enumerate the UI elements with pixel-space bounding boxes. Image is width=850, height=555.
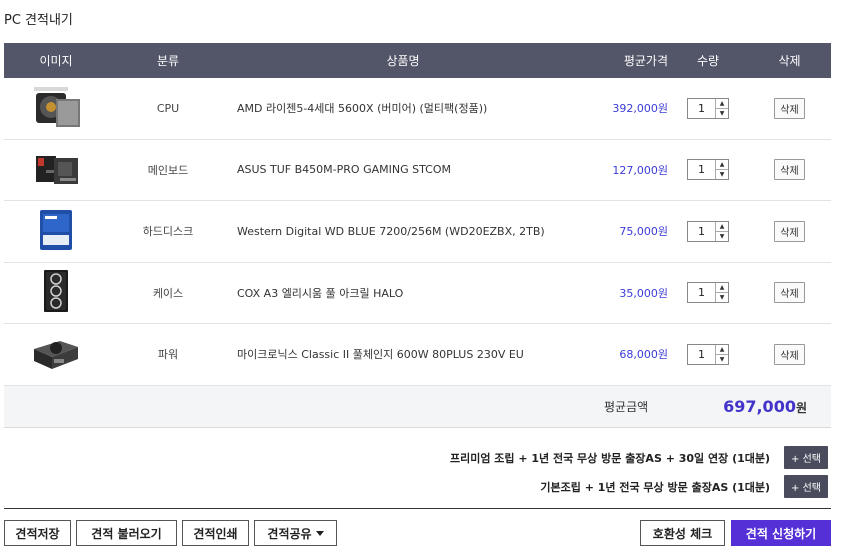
quantity-value[interactable]: 1	[688, 98, 716, 118]
header-delete: 삭제	[778, 54, 801, 68]
option-label: 기본조립 + 1년 전국 무상 방문 출장AS (1대분)	[540, 480, 771, 494]
apply-estimate-button[interactable]: 견적 신청하기	[731, 520, 831, 546]
row-price: 68,000원	[619, 348, 668, 362]
table-row: CPU AMD 라이젠5-4세대 5600X (버미어) (멀티팩(정품)) 3…	[4, 78, 831, 140]
qty-up-icon[interactable]: ▲	[716, 160, 728, 171]
option-basic: 기본조립 + 1년 전국 무상 방문 출장AS (1대분) + 선택	[540, 475, 828, 498]
option-label: 프리미엄 조립 + 1년 전국 무상 방문 출장AS + 30일 연장 (1대분…	[449, 451, 771, 465]
row-category: 메인보드	[147, 163, 189, 177]
quantity-value[interactable]: 1	[688, 344, 716, 364]
row-category: CPU	[156, 101, 180, 115]
row-category: 파워	[157, 348, 179, 362]
quantity-stepper[interactable]: 1 ▲ ▼	[687, 159, 729, 181]
row-product[interactable]: Western Digital WD BLUE 7200/256M (WD20E…	[228, 225, 578, 238]
header-qty: 수량	[696, 54, 720, 68]
header-image: 이미지	[39, 54, 73, 68]
qty-down-icon[interactable]: ▼	[716, 109, 728, 118]
qty-down-icon[interactable]: ▼	[716, 355, 728, 364]
motherboard-icon[interactable]	[30, 146, 82, 190]
delete-button[interactable]: 삭제	[774, 97, 805, 119]
delete-button[interactable]: 삭제	[774, 220, 805, 242]
row-price: 127,000원	[612, 163, 668, 177]
quantity-value[interactable]: 1	[688, 160, 716, 180]
total-row: 평균금액 697,000원	[4, 385, 831, 428]
select-basic-button[interactable]: + 선택	[784, 475, 828, 498]
qty-up-icon[interactable]: ▲	[716, 99, 728, 109]
row-product[interactable]: 마이크로닉스 Classic II 풀체인지 600W 80PLUS 230V …	[228, 346, 578, 362]
caret-down-icon	[315, 530, 324, 536]
header-product: 상품명	[386, 54, 420, 68]
quantity-stepper[interactable]: 1 ▲ ▼	[687, 220, 729, 242]
hdd-icon[interactable]	[30, 208, 82, 252]
delete-button[interactable]: 삭제	[774, 282, 805, 304]
option-premium: 프리미엄 조립 + 1년 전국 무상 방문 출장AS + 30일 연장 (1대분…	[450, 446, 828, 469]
quantity-stepper[interactable]: 1 ▲ ▼	[687, 343, 729, 365]
save-estimate-button[interactable]: 견적저장	[4, 520, 71, 546]
total-amount: 697,000원	[723, 396, 807, 416]
row-price: 392,000원	[612, 102, 668, 116]
delete-button[interactable]: 삭제	[774, 159, 805, 181]
estimate-table: 이미지 분류 상품명 평균가격 수량 삭제 CPU AMD 라이젠5-4세대 5…	[4, 43, 831, 428]
table-row: 케이스 COX A3 엘리시움 풀 아크릴 HALO 35,000원 1 ▲ ▼…	[4, 263, 831, 324]
load-estimate-button[interactable]: 견적 불러오기	[76, 520, 177, 546]
table-row: 메인보드 ASUS TUF B450M-PRO GAMING STCOM 127…	[4, 140, 831, 201]
cpu-icon[interactable]	[30, 85, 82, 129]
row-price: 75,000원	[619, 225, 668, 239]
total-label: 평균금액	[604, 399, 649, 414]
compatibility-check-button[interactable]: 호환성 체크	[640, 520, 725, 546]
row-category: 케이스	[152, 286, 184, 300]
page-title: PC 견적내기	[4, 13, 73, 28]
qty-down-icon[interactable]: ▼	[716, 170, 728, 179]
row-product[interactable]: ASUS TUF B450M-PRO GAMING STCOM	[228, 163, 578, 176]
total-unit: 원	[795, 400, 807, 415]
psu-icon[interactable]	[30, 331, 82, 375]
table-row: 파워 마이크로닉스 Classic II 풀체인지 600W 80PLUS 23…	[4, 324, 831, 386]
quantity-value[interactable]: 1	[688, 221, 716, 241]
table-header: 이미지 분류 상품명 평균가격 수량 삭제	[4, 43, 831, 78]
footer-divider	[4, 508, 831, 509]
row-product[interactable]: AMD 라이젠5-4세대 5600X (버미어) (멀티팩(정품))	[228, 100, 578, 116]
share-estimate-button[interactable]: 견적공유	[254, 520, 337, 546]
qty-down-icon[interactable]: ▼	[716, 293, 728, 302]
row-category: 하드디스크	[142, 225, 194, 239]
case-icon[interactable]	[30, 269, 82, 313]
qty-up-icon[interactable]: ▲	[716, 283, 728, 294]
qty-up-icon[interactable]: ▲	[716, 222, 728, 232]
print-estimate-button[interactable]: 견적인쇄	[182, 520, 249, 546]
qty-up-icon[interactable]: ▲	[716, 345, 728, 355]
table-row: 하드디스크 Western Digital WD BLUE 7200/256M …	[4, 201, 831, 263]
quantity-value[interactable]: 1	[688, 283, 716, 303]
delete-button[interactable]: 삭제	[774, 343, 805, 365]
select-premium-button[interactable]: + 선택	[784, 446, 828, 469]
quantity-stepper[interactable]: 1 ▲ ▼	[687, 282, 729, 304]
quantity-stepper[interactable]: 1 ▲ ▼	[687, 97, 729, 119]
header-category: 분류	[156, 54, 180, 68]
qty-down-icon[interactable]: ▼	[716, 232, 728, 241]
row-price: 35,000원	[619, 286, 668, 300]
header-price: 평균가격	[623, 54, 668, 68]
row-product[interactable]: COX A3 엘리시움 풀 아크릴 HALO	[228, 285, 578, 301]
